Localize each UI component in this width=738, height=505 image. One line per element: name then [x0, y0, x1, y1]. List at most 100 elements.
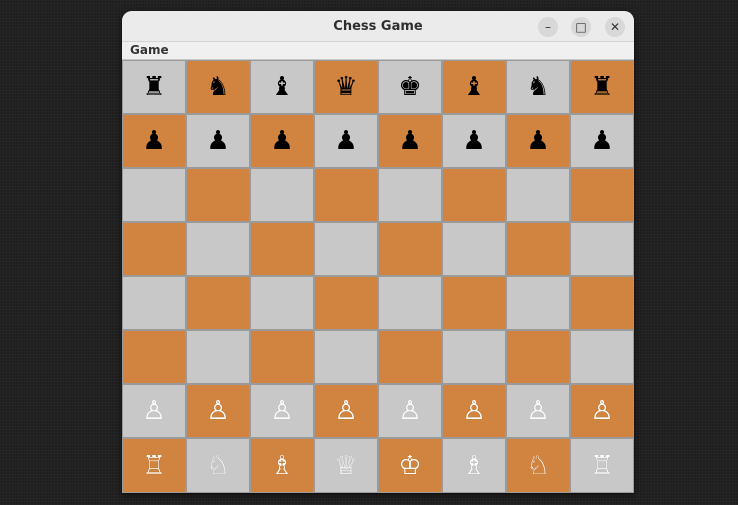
white-rook-icon[interactable]: ♖ [142, 453, 165, 479]
board-square[interactable]: ♗ [442, 438, 506, 493]
board-square[interactable] [250, 222, 314, 276]
white-knight-icon[interactable]: ♘ [206, 453, 229, 479]
black-rook-icon[interactable]: ♜ [590, 74, 613, 100]
board-square[interactable] [314, 276, 378, 330]
board-square[interactable]: ♙ [506, 384, 570, 438]
white-bishop-icon[interactable]: ♗ [270, 453, 293, 479]
board-square[interactable]: ♘ [506, 438, 570, 493]
board-square[interactable] [186, 330, 250, 384]
board-square[interactable] [506, 330, 570, 384]
board-square[interactable] [570, 168, 634, 222]
white-bishop-icon[interactable]: ♗ [462, 453, 485, 479]
board-square[interactable]: ♛ [314, 60, 378, 114]
white-pawn-icon[interactable]: ♙ [142, 398, 165, 424]
white-pawn-icon[interactable]: ♙ [462, 398, 485, 424]
white-queen-icon[interactable]: ♕ [334, 453, 357, 479]
board-square[interactable]: ♜ [122, 60, 186, 114]
board-square[interactable]: ♞ [506, 60, 570, 114]
board-square[interactable] [314, 168, 378, 222]
board-square[interactable]: ♙ [570, 384, 634, 438]
board-square[interactable] [506, 222, 570, 276]
board-square[interactable]: ♟ [570, 114, 634, 168]
black-pawn-icon[interactable]: ♟ [526, 128, 549, 154]
black-pawn-icon[interactable]: ♟ [398, 128, 421, 154]
board-square[interactable] [570, 330, 634, 384]
board-square[interactable]: ♗ [250, 438, 314, 493]
black-pawn-icon[interactable]: ♟ [270, 128, 293, 154]
white-pawn-icon[interactable]: ♙ [334, 398, 357, 424]
board-square[interactable]: ♟ [506, 114, 570, 168]
board-square[interactable]: ♜ [570, 60, 634, 114]
board-square[interactable] [186, 222, 250, 276]
board-square[interactable] [250, 330, 314, 384]
board-square[interactable]: ♙ [314, 384, 378, 438]
board-square[interactable]: ♞ [186, 60, 250, 114]
menu-game[interactable]: Game [128, 42, 171, 59]
white-pawn-icon[interactable]: ♙ [398, 398, 421, 424]
board-square[interactable]: ♟ [442, 114, 506, 168]
minimize-button[interactable]: – [538, 17, 558, 37]
board-square[interactable]: ♝ [442, 60, 506, 114]
board-square[interactable]: ♟ [250, 114, 314, 168]
white-pawn-icon[interactable]: ♙ [206, 398, 229, 424]
board-square[interactable]: ♖ [570, 438, 634, 493]
board-square[interactable]: ♙ [378, 384, 442, 438]
board-square[interactable]: ♟ [186, 114, 250, 168]
white-pawn-icon[interactable]: ♙ [590, 398, 613, 424]
board-square[interactable]: ♕ [314, 438, 378, 493]
white-rook-icon[interactable]: ♖ [590, 453, 613, 479]
board-square[interactable]: ♙ [250, 384, 314, 438]
board-square[interactable] [442, 168, 506, 222]
black-pawn-icon[interactable]: ♟ [334, 128, 357, 154]
board-square[interactable] [186, 276, 250, 330]
board-square[interactable]: ♝ [250, 60, 314, 114]
black-bishop-icon[interactable]: ♝ [462, 74, 485, 100]
board-square[interactable] [442, 276, 506, 330]
maximize-button[interactable]: □ [571, 17, 591, 37]
board-square[interactable] [570, 276, 634, 330]
board-square[interactable] [442, 330, 506, 384]
board-square[interactable] [378, 276, 442, 330]
board-square[interactable] [314, 222, 378, 276]
black-pawn-icon[interactable]: ♟ [142, 128, 165, 154]
board-square[interactable] [250, 276, 314, 330]
black-knight-icon[interactable]: ♞ [526, 74, 549, 100]
board-square[interactable] [506, 276, 570, 330]
board-square[interactable] [314, 330, 378, 384]
board-square[interactable]: ♙ [186, 384, 250, 438]
black-pawn-icon[interactable]: ♟ [206, 128, 229, 154]
black-pawn-icon[interactable]: ♟ [590, 128, 613, 154]
board-square[interactable]: ♘ [186, 438, 250, 493]
black-queen-icon[interactable]: ♛ [334, 74, 357, 100]
close-button[interactable]: ✕ [605, 17, 625, 37]
board-square[interactable] [442, 222, 506, 276]
board-square[interactable] [122, 276, 186, 330]
title-bar[interactable]: Chess Game – □ ✕ [122, 11, 634, 42]
board-square[interactable]: ♙ [442, 384, 506, 438]
board-square[interactable] [378, 168, 442, 222]
board-square[interactable]: ♚ [378, 60, 442, 114]
board-square[interactable] [122, 222, 186, 276]
board-square[interactable]: ♟ [378, 114, 442, 168]
board-square[interactable] [186, 168, 250, 222]
black-king-icon[interactable]: ♚ [398, 74, 421, 100]
white-king-icon[interactable]: ♔ [398, 453, 421, 479]
black-knight-icon[interactable]: ♞ [206, 74, 229, 100]
board-square[interactable] [122, 330, 186, 384]
white-pawn-icon[interactable]: ♙ [526, 398, 549, 424]
white-pawn-icon[interactable]: ♙ [270, 398, 293, 424]
board-square[interactable] [378, 330, 442, 384]
board-square[interactable]: ♟ [314, 114, 378, 168]
board-square[interactable] [378, 222, 442, 276]
board-square[interactable] [506, 168, 570, 222]
white-knight-icon[interactable]: ♘ [526, 453, 549, 479]
board-square[interactable]: ♙ [122, 384, 186, 438]
board-square[interactable] [250, 168, 314, 222]
board-square[interactable]: ♟ [122, 114, 186, 168]
board-square[interactable]: ♖ [122, 438, 186, 493]
black-bishop-icon[interactable]: ♝ [270, 74, 293, 100]
black-rook-icon[interactable]: ♜ [142, 74, 165, 100]
board-square[interactable] [122, 168, 186, 222]
board-square[interactable]: ♔ [378, 438, 442, 493]
black-pawn-icon[interactable]: ♟ [462, 128, 485, 154]
